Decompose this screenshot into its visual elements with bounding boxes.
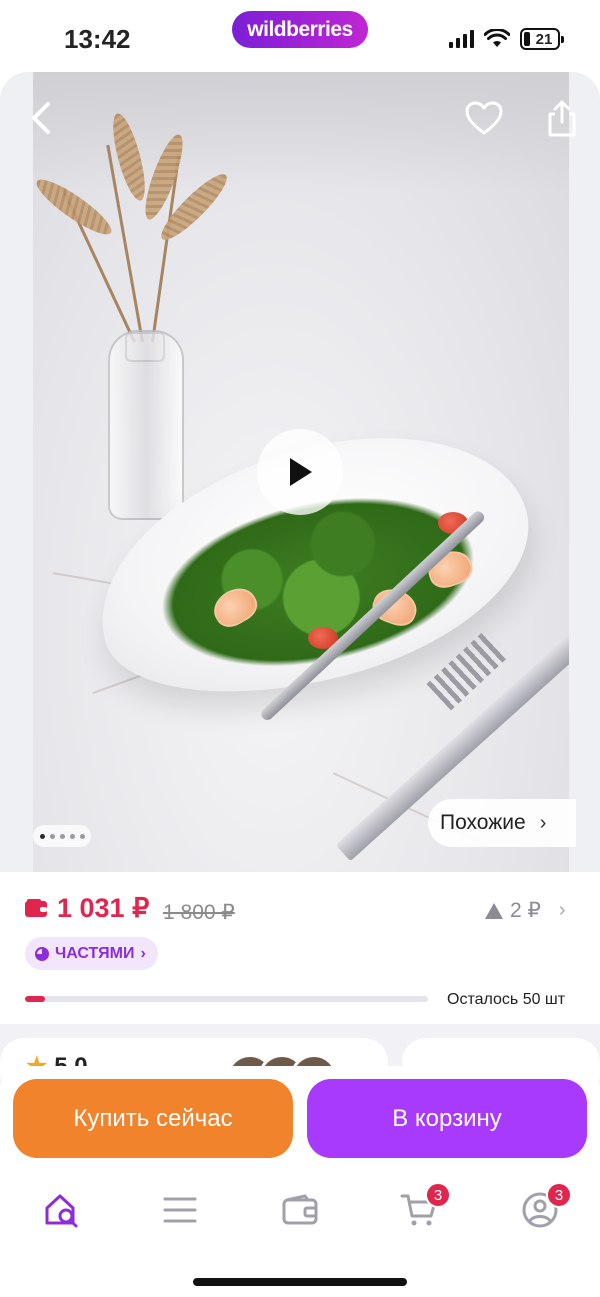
points-value: 2 ₽	[510, 899, 541, 922]
stock-progress-fill	[25, 996, 46, 1002]
similar-label: Похожие	[440, 811, 526, 834]
status-bar: 13:42 wildberries 21	[0, 0, 600, 72]
favorite-button[interactable]	[460, 94, 508, 142]
pagination-dot	[59, 833, 65, 839]
add-to-cart-button[interactable]: В корзину	[307, 1079, 587, 1158]
home-search-icon	[45, 1194, 78, 1228]
profile-badge: 3	[546, 1182, 572, 1208]
points-button[interactable]: 2 ₽ ›	[485, 898, 566, 923]
pagination-dot	[49, 833, 55, 839]
play-video-button[interactable]	[257, 429, 343, 515]
tab-home[interactable]	[40, 1188, 84, 1232]
status-time: 13:42	[64, 24, 131, 54]
triangle-icon	[485, 902, 503, 919]
brand-pill: wildberries	[232, 11, 368, 48]
chevron-right-icon: ›	[539, 811, 547, 834]
battery-icon: 21	[520, 28, 564, 50]
wifi-icon	[484, 29, 510, 47]
cart-badge: 3	[425, 1182, 451, 1208]
tab-wallet[interactable]	[278, 1188, 322, 1232]
remaining-stock: Осталось 50 шт	[447, 991, 566, 1008]
stock-progress-bar	[25, 996, 428, 1002]
back-icon	[32, 102, 50, 134]
battery-level: 21	[535, 30, 553, 48]
back-button[interactable]	[18, 94, 66, 142]
installments-badge[interactable]: ЧАСТЯМИ ›	[25, 937, 158, 970]
wallet-icon	[25, 899, 47, 917]
tab-profile[interactable]: 3	[518, 1182, 572, 1232]
tab-cart[interactable]: 3	[397, 1182, 451, 1232]
wallet-tab-icon	[282, 1194, 318, 1225]
pagination-dot	[39, 833, 45, 839]
play-icon	[290, 458, 312, 486]
installments-label: ЧАСТЯМИ	[55, 944, 135, 962]
heart-icon	[465, 101, 503, 135]
chevron-right-icon: ›	[558, 899, 566, 921]
share-button[interactable]	[538, 94, 586, 142]
gallery-pagination-dots	[33, 825, 91, 847]
pagination-dot	[69, 833, 75, 839]
catalog-icon	[163, 1197, 197, 1223]
chevron-right-icon: ›	[140, 944, 146, 962]
pagination-dot	[79, 833, 85, 839]
pie-chart-icon	[35, 946, 49, 961]
tab-catalog[interactable]	[158, 1188, 202, 1232]
signal-icon	[449, 30, 474, 48]
share-icon	[548, 100, 576, 137]
similar-products-button[interactable]: Похожие ›	[428, 799, 576, 847]
home-indicator	[193, 1278, 407, 1286]
old-price: 1 800 ₽	[163, 901, 235, 924]
buy-now-button[interactable]: Купить сейчас	[13, 1079, 293, 1158]
system-icons: 21	[449, 28, 564, 50]
current-price: 1 031 ₽	[57, 893, 150, 923]
